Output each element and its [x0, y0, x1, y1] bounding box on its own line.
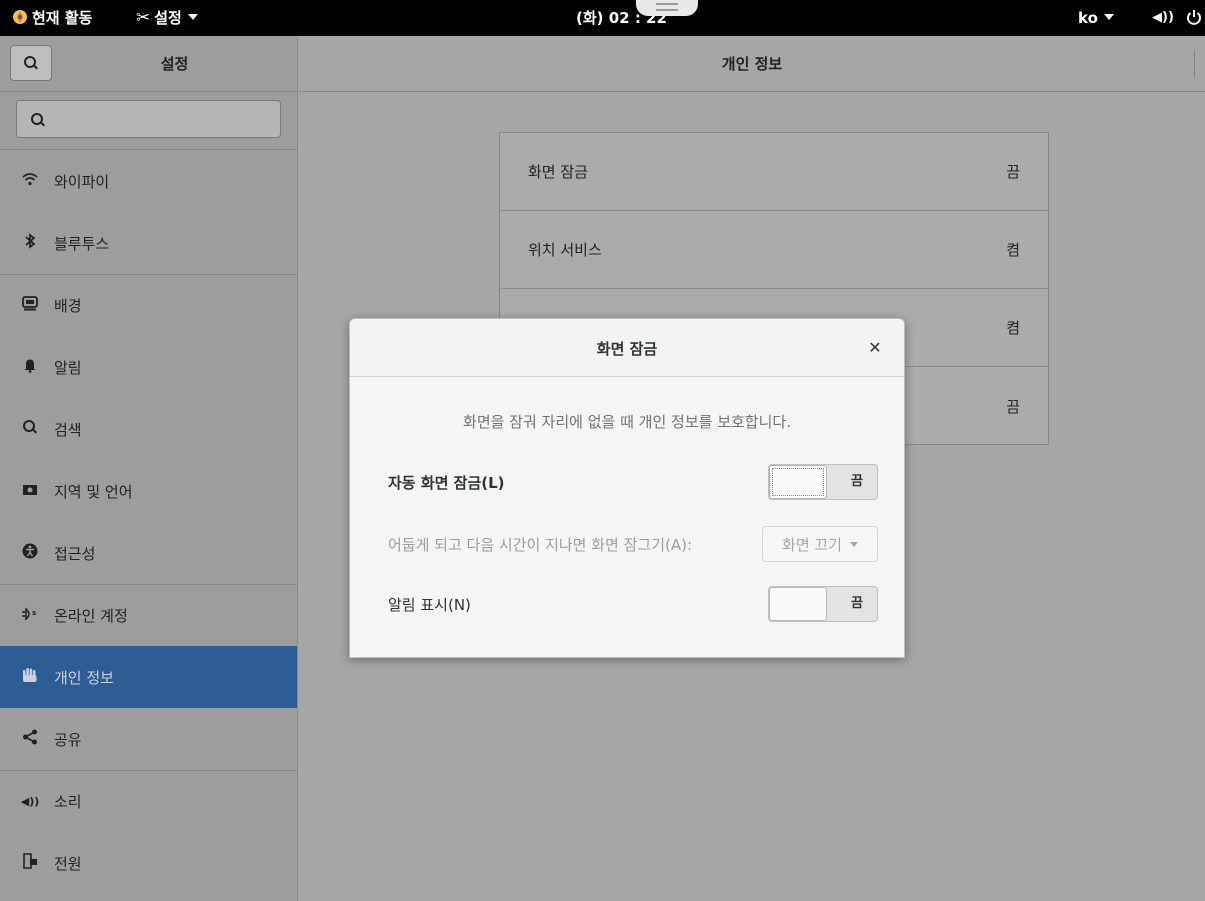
switch-state: 끔	[851, 596, 863, 611]
sidebar-item-search[interactable]: 검색	[0, 398, 297, 460]
share-icon	[20, 729, 40, 749]
sidebar-item-bluetooth[interactable]: 블루투스	[0, 212, 297, 274]
dialog-title: 화면 잠금	[596, 340, 658, 358]
sidebar-item-label: 블루투스	[54, 234, 110, 253]
list-item-location-services[interactable]: 위치 서비스 켬	[500, 211, 1048, 289]
sidebar-item-label: 접근성	[54, 544, 96, 563]
sidebar-item-background[interactable]: 배경	[0, 274, 297, 336]
region-icon	[20, 482, 40, 500]
sidebar-item-label: 전원	[54, 854, 82, 873]
volume-icon[interactable]: ◀))	[1152, 0, 1174, 36]
sidebar-item-online-accounts[interactable]: s 온라인 계정	[0, 584, 297, 646]
sidebar-item-label: 개인 정보	[54, 668, 114, 687]
sidebar: 설정 와이파이 블루투스 배경 알림 검색 지역 및 언어 접근성 s 온라인 …	[0, 36, 298, 901]
chevron-down-icon	[1103, 14, 1114, 20]
sidebar-item-notifications[interactable]: 알림	[0, 336, 297, 398]
online-accounts-icon: s	[20, 606, 40, 625]
row-value: 켬	[1006, 241, 1020, 259]
hand-icon	[20, 667, 40, 687]
chevron-down-icon	[187, 14, 198, 20]
power-icon[interactable]	[1186, 0, 1202, 36]
page-title: 개인 정보	[721, 55, 783, 73]
search-icon	[24, 56, 38, 70]
screen-lock-dialog: 화면 잠금 ✕ 화면을 잠궈 자리에 없을 때 개인 정보를 보호합니다. 자동…	[349, 318, 905, 658]
app-menu-label: 설정	[154, 9, 182, 27]
switch-state: 끔	[851, 474, 863, 489]
search-toggle-button[interactable]	[10, 45, 52, 81]
lock-delay-value: 화면 끄기	[782, 535, 842, 554]
activities-button[interactable]: 현재 활동	[12, 0, 92, 36]
show-notifications-row: 알림 표시(N) 끔	[388, 586, 878, 622]
language-indicator[interactable]: ko	[1078, 0, 1114, 36]
sidebar-search-area	[0, 92, 297, 150]
sidebar-item-label: 온라인 계정	[54, 607, 128, 625]
sidebar-item-wifi[interactable]: 와이파이	[0, 150, 297, 212]
activities-label: 현재 활동	[32, 9, 93, 27]
app-menu[interactable]: ✂ 설정	[136, 0, 198, 36]
accessibility-icon	[20, 543, 40, 563]
wifi-icon	[20, 172, 40, 190]
show-notifications-label: 알림 표시(N)	[388, 595, 471, 614]
power-icon	[20, 853, 40, 873]
sidebar-item-power[interactable]: 전원	[0, 832, 297, 894]
switch-knob	[769, 465, 827, 499]
row-label: 화면 잠금	[528, 163, 588, 181]
background-icon	[20, 296, 40, 315]
header-divider	[1194, 50, 1195, 78]
sidebar-item-label: 소리	[54, 793, 82, 811]
lock-delay-label: 어둡게 되고 다음 시간이 지나면 화면 잠그기(A):	[388, 535, 693, 554]
auto-lock-label: 자동 화면 잠금(L)	[388, 473, 505, 492]
dialog-description: 화면을 잠궈 자리에 없을 때 개인 정보를 보호합니다.	[463, 413, 791, 431]
close-icon[interactable]: ✕	[866, 339, 884, 357]
sidebar-item-label: 공유	[54, 730, 82, 749]
switch-knob	[769, 587, 827, 621]
tools-icon: ✂	[136, 8, 151, 28]
sidebar-item-label: 와이파이	[54, 172, 110, 191]
lock-delay-select[interactable]: 화면 끄기	[762, 526, 878, 562]
sidebar-item-accessibility[interactable]: 접근성	[0, 522, 297, 584]
svg-text:s: s	[32, 609, 36, 617]
sidebar-title: 설정	[160, 55, 189, 73]
speaker-icon: ◀))	[20, 795, 40, 808]
bell-icon	[20, 358, 40, 377]
search-icon	[20, 420, 40, 438]
search-input[interactable]	[16, 100, 281, 138]
content-header: 개인 정보	[299, 36, 1205, 92]
dialog-header: 화면 잠금 ✕	[350, 319, 904, 377]
show-notifications-switch[interactable]: 끔	[768, 586, 878, 622]
sidebar-item-label: 검색	[54, 420, 82, 439]
row-value: 끔	[1006, 163, 1020, 181]
lock-delay-row: 어둡게 되고 다음 시간이 지나면 화면 잠그기(A): 화면 끄기	[388, 526, 878, 562]
chevron-down-icon	[849, 541, 858, 547]
sidebar-item-label: 배경	[54, 297, 82, 315]
sidebar-header: 설정	[0, 36, 297, 92]
search-icon	[31, 113, 45, 127]
distro-logo-icon	[13, 10, 27, 24]
auto-lock-row: 자동 화면 잠금(L) 끔	[388, 464, 878, 500]
language-label: ko	[1078, 9, 1098, 27]
sidebar-item-sharing[interactable]: 공유	[0, 708, 297, 770]
message-tray-handle[interactable]	[636, 0, 698, 16]
sidebar-item-privacy[interactable]: 개인 정보	[0, 646, 297, 708]
row-value: 끔	[1006, 397, 1020, 416]
auto-lock-switch[interactable]: 끔	[768, 464, 878, 500]
sidebar-item-sound[interactable]: ◀)) 소리	[0, 770, 297, 832]
row-value: 켬	[1006, 319, 1020, 337]
list-item-screen-lock[interactable]: 화면 잠금 끔	[500, 133, 1048, 211]
sidebar-item-region[interactable]: 지역 및 언어	[0, 460, 297, 522]
bluetooth-icon	[20, 233, 40, 253]
sidebar-item-label: 지역 및 언어	[54, 482, 133, 501]
top-bar: 현재 활동 ✂ 설정 (화) 02 : 22 ko ◀))	[0, 0, 1205, 36]
handle-lines-icon	[656, 3, 678, 11]
sidebar-item-label: 알림	[54, 358, 82, 377]
row-label: 위치 서비스	[528, 241, 602, 259]
